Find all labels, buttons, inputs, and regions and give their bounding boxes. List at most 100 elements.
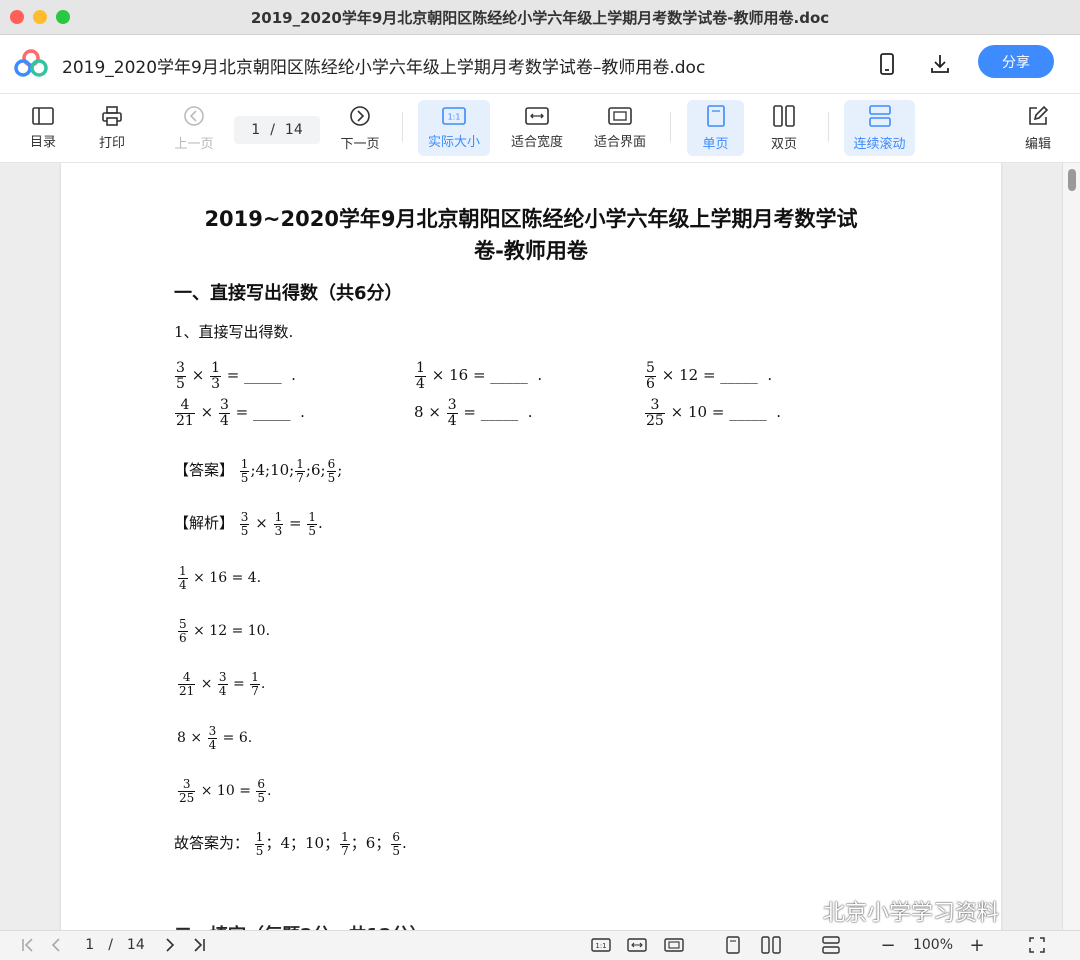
- window-titlebar: 2019_2020学年9月北京朝阳区陈经纶小学六年级上学期月考数学试卷-教师用卷…: [0, 0, 1080, 35]
- chevron-right-icon: [166, 938, 175, 952]
- phone-icon: [880, 53, 894, 75]
- fullscreen-button[interactable]: [1026, 935, 1048, 955]
- actual-size-label: 实际大小: [427, 134, 480, 150]
- continuous-scroll-icon: [868, 104, 891, 127]
- equation-3: 56 × 12 = _____ .: [645, 360, 773, 392]
- question-1: 1、直接写出得数.: [174, 323, 294, 341]
- toc-button[interactable]: 目录: [20, 100, 66, 156]
- zoom-in-button[interactable]: +: [966, 935, 988, 956]
- fit-width-icon: [627, 938, 647, 952]
- print-button[interactable]: 打印: [89, 100, 135, 156]
- status-bar: 1 / 14 1:1 − 100% +: [0, 930, 1080, 960]
- document-header: 2019_2020学年9月北京朝阳区陈经纶小学六年级上学期月考数学试卷–教师用卷…: [0, 35, 1080, 94]
- last-page-button[interactable]: [188, 935, 210, 955]
- continuous-scroll-label: 连续滚动: [853, 136, 906, 152]
- vertical-scrollbar[interactable]: [1062, 163, 1080, 930]
- next-page-button[interactable]: 下一页: [334, 100, 386, 156]
- equation-2: 14 × 16 = _____ .: [415, 360, 543, 392]
- status-fit-width-button[interactable]: [626, 935, 648, 955]
- status-single-page-button[interactable]: [723, 935, 743, 955]
- fit-width-label: 适合宽度: [510, 134, 563, 150]
- analysis-line-6: 3 25 × 10 = 65.: [178, 777, 272, 805]
- download-button[interactable]: [925, 49, 955, 79]
- answer-line: 【答案】 1 5 ;4;10; 1 7 ;6; 6 5;: [174, 457, 343, 485]
- page-total: 14: [284, 122, 303, 138]
- continuous-scroll-icon: [822, 936, 840, 954]
- equation-6: 3 25 × 10 = _____ .: [645, 397, 782, 429]
- svg-text:1:1: 1:1: [448, 112, 461, 121]
- fit-page-icon: [608, 106, 632, 125]
- status-page-indicator[interactable]: 1 / 14: [80, 935, 150, 955]
- chevron-left-circle-icon: [184, 105, 204, 126]
- scrollbar-thumb[interactable]: [1068, 169, 1076, 191]
- fit-width-icon: [525, 106, 549, 125]
- print-label: 打印: [98, 135, 125, 151]
- single-page-button[interactable]: 单页: [687, 100, 744, 156]
- chevron-right-circle-icon: [350, 105, 370, 126]
- share-button[interactable]: 分享: [978, 45, 1054, 78]
- double-page-label: 双页: [770, 136, 797, 152]
- download-icon: [931, 55, 949, 73]
- zoom-out-button[interactable]: −: [878, 935, 898, 956]
- page-number-input[interactable]: 1 / 14: [234, 116, 320, 144]
- analysis-line-2: 14 × 16 = 4.: [178, 564, 262, 592]
- double-page-icon: [761, 936, 781, 954]
- fit-page-icon: [664, 938, 684, 952]
- watermark-text: 北京小学学习资料: [786, 895, 999, 927]
- prev-page-label: 上一页: [174, 136, 214, 152]
- viewer-toolbar: 目录 打印 上一页 1 / 14 下一页 1:1 实际大小 适合宽度 适合界面 …: [0, 94, 1080, 163]
- sidebar-icon: [32, 106, 54, 125]
- window-title: 2019_2020学年9月北京朝阳区陈经纶小学六年级上学期月考数学试卷-教师用卷…: [250, 9, 830, 27]
- actual-size-icon: 1:1: [442, 106, 466, 125]
- edit-icon: [1029, 105, 1049, 125]
- single-page-icon: [706, 104, 725, 127]
- actual-size-icon: 1:1: [591, 938, 611, 952]
- analysis-line-5: 8 × 34 = 6.: [177, 724, 253, 752]
- equation-4: 4 21 × 34 = _____ .: [175, 397, 305, 429]
- edit-button[interactable]: 编辑: [1016, 100, 1060, 156]
- svg-text:1:1: 1:1: [595, 942, 606, 950]
- app-logo-icon: [14, 49, 48, 77]
- printer-icon: [102, 105, 122, 126]
- status-double-page-button[interactable]: [760, 935, 782, 955]
- mobile-view-button[interactable]: [872, 49, 902, 79]
- analysis-line-3: 56 × 12 = 10.: [178, 617, 271, 645]
- prev-page-small-button[interactable]: [46, 935, 66, 955]
- doc-title-line1: 2019~2020学年9月北京朝阳区陈经纶小学六年级上学期月考数学试: [204, 207, 858, 231]
- analysis-line-1: 【解析】 35 × 13 = 15.: [174, 510, 323, 538]
- section-heading-1: 一、直接写出得数（共6分）: [174, 283, 403, 304]
- fullscreen-icon: [1029, 937, 1045, 953]
- status-continuous-button[interactable]: [820, 935, 842, 955]
- fit-width-button[interactable]: 适合宽度: [503, 100, 571, 156]
- last-page-icon: [194, 938, 205, 952]
- equation-5: 8 × 34 = _____ .: [414, 397, 533, 429]
- page-separator: /: [270, 122, 275, 138]
- toc-label: 目录: [29, 134, 56, 150]
- actual-size-button[interactable]: 1:1 实际大小: [418, 100, 490, 156]
- toolbar-divider: [670, 112, 671, 142]
- wechat-icon: [787, 902, 814, 922]
- continuous-scroll-button[interactable]: 连续滚动: [844, 100, 915, 156]
- double-page-button[interactable]: 双页: [758, 100, 810, 156]
- toolbar-divider: [402, 112, 403, 142]
- single-page-label: 单页: [702, 136, 729, 152]
- double-page-icon: [773, 104, 795, 127]
- toolbar-divider: [828, 112, 829, 142]
- first-page-button[interactable]: [18, 935, 38, 955]
- document-viewport[interactable]: 2019~2020学年9月北京朝阳区陈经纶小学六年级上学期月考数学试 卷-教师用…: [0, 163, 1080, 930]
- fit-page-button[interactable]: 适合界面: [586, 100, 654, 156]
- zoom-level: 100%: [912, 937, 954, 953]
- section-heading-2-partial: 二、填空（每题2分，共12分）: [174, 921, 428, 930]
- equation-1: 35 × 13 = _____ .: [175, 360, 296, 392]
- status-actual-size-button[interactable]: 1:1: [590, 935, 612, 955]
- status-fit-page-button[interactable]: [663, 935, 685, 955]
- page-current: 1: [251, 122, 261, 138]
- single-page-icon: [726, 936, 740, 954]
- document-title: 2019_2020学年9月北京朝阳区陈经纶小学六年级上学期月考数学试卷–教师用卷…: [62, 58, 706, 78]
- next-page-label: 下一页: [340, 136, 380, 152]
- chevron-left-icon: [51, 938, 60, 952]
- next-page-small-button[interactable]: [160, 935, 180, 955]
- doc-title-line2: 卷-教师用卷: [474, 239, 588, 263]
- prev-page-button[interactable]: 上一页: [166, 100, 222, 156]
- conclusion-line: 故答案为： 1 5 ；4；10； 1 7 ；6； 6 5.: [174, 830, 407, 858]
